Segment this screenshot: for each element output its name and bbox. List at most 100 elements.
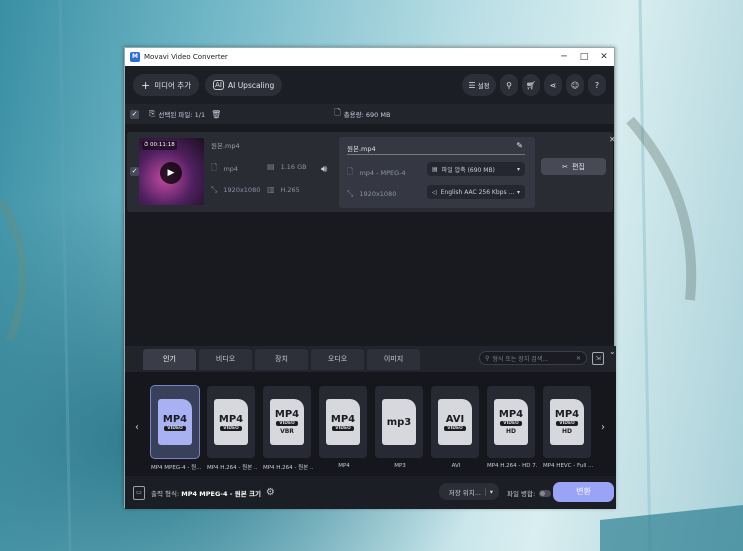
attachment-icon: ⎘	[149, 109, 156, 118]
file-icon: 🗋︎	[211, 163, 218, 172]
format-file-icon: MP4 VIDEO	[326, 399, 360, 445]
tab-popular[interactable]: 인기	[143, 348, 196, 370]
gear-icon[interactable]: ⚙	[266, 487, 275, 498]
window-title: Movavi Video Converter	[144, 53, 228, 61]
minimize-icon[interactable]: ─	[554, 52, 574, 62]
search-icon[interactable]: ⚲	[500, 74, 518, 96]
total-size: 총용량: 690 MB	[343, 111, 391, 119]
speaker-icon: ◁	[432, 188, 437, 196]
format-card[interactable]: mp3	[375, 386, 423, 458]
source-resolution: ⤡ 1920x1080	[211, 185, 261, 194]
format-label: MP3	[394, 463, 406, 469]
format-file-icon: MP4 VIDEO HD	[494, 399, 528, 445]
close-icon[interactable]: ✕	[594, 52, 614, 62]
audio-track-dropdown[interactable]: ◁ English AAC 256 Kbps ... ▾	[427, 185, 525, 199]
tab-images[interactable]: 이미지	[367, 348, 420, 370]
file-card[interactable]: ✓ ⏱ 00:11:18 ▶ 원본.mp4 🗋︎ mp4 ▤ 1.16 GB ⤡ 19…	[127, 132, 613, 212]
output-format-icon: ▭	[133, 485, 145, 500]
title-bar: M Movavi Video Converter ─ □ ✕	[125, 48, 614, 66]
convert-button[interactable]: 변환	[553, 482, 614, 502]
clear-icon[interactable]: ✕	[576, 355, 581, 362]
scissors-icon: ✂	[562, 162, 568, 171]
format-item[interactable]: MP4 VIDEO HD MP4 H.264 - HD 7...	[487, 386, 537, 469]
chevron-down-icon: ▾	[516, 188, 520, 196]
format-label: MP4	[338, 463, 350, 469]
merge-toggle-switch[interactable]	[539, 489, 552, 497]
merge-files-toggle[interactable]: 파일 병합:	[507, 488, 552, 498]
output-settings-panel: 원본.mp4 ✎ 🗋︎ mp4 - MPEG-4 ▤ 파일 압축 (690 MB)…	[339, 137, 535, 208]
format-label: MP4 H.264 - HD 7...	[487, 463, 537, 469]
chevron-right-icon[interactable]: ›	[601, 422, 605, 433]
selection-bar: ✓ ⎘ 선택된 파일: 1/1 🗑︎ 🗋︎ 총용량: 690 MB	[125, 104, 614, 124]
format-tabs: 인기 비디오 장치 오디오 이미지 ⚲ 형식 또는 장치 검색... ✕ ⇲ ⌄	[125, 346, 616, 372]
format-file-icon: MP4 VIDEO	[214, 399, 248, 445]
help-icon[interactable]: ?	[588, 74, 606, 96]
toolbar: + 미디어 추가 AI AI Upscaling ☰ 설정 ⚲ 🛒︎ ⋖ ☺ ?	[125, 66, 614, 104]
format-card[interactable]: MP4 VIDEO HD	[543, 386, 591, 458]
format-card[interactable]: MP4 VIDEO VBR	[263, 386, 311, 458]
source-filename: 원본.mp4	[211, 142, 240, 150]
compression-dropdown[interactable]: ▤ 파일 압축 (690 MB) ▾	[427, 162, 525, 176]
format-file-icon: mp3	[382, 399, 416, 445]
file-checkbox[interactable]: ✓	[130, 167, 139, 176]
format-label: AVI	[451, 463, 461, 469]
output-format: 🗋︎ mp4 - MPEG-4	[347, 166, 406, 180]
video-thumbnail[interactable]: ⏱ 00:11:18 ▶	[139, 138, 204, 205]
movavi-logo-icon: M	[130, 52, 140, 62]
format-card[interactable]: MP4 VIDEO	[319, 386, 367, 458]
chevron-left-icon[interactable]: ‹	[135, 422, 139, 433]
add-media-label: 미디어 추가	[154, 80, 192, 90]
source-size: ▤ 1.16 GB	[267, 162, 307, 171]
bottom-bar: ▭ 출력 형식: MP4 MPEG-4 - 원본 크기 ⚙ 저장 위치... ▾…	[125, 476, 616, 509]
add-media-button[interactable]: + 미디어 추가	[133, 74, 200, 96]
remove-file-icon[interactable]: ✕	[609, 135, 616, 144]
format-card[interactable]: MP4 VIDEO HD	[487, 386, 535, 458]
format-card[interactable]: AVI VIDEO	[431, 386, 479, 458]
collapse-chevron-icon[interactable]: ⌄	[609, 347, 616, 356]
format-gallery: ‹ › MP4 VIDEO MP4 MPEG-4 - 원... MP4 VIDEO MP4…	[125, 372, 616, 476]
format-item[interactable]: MP4 VIDEO MP4	[319, 386, 369, 469]
pencil-icon[interactable]: ✎	[516, 141, 523, 150]
format-search-input[interactable]: ⚲ 형식 또는 장치 검색... ✕	[479, 351, 587, 365]
play-icon[interactable]: ▶	[160, 162, 182, 184]
format-file-icon: AVI VIDEO	[438, 399, 472, 445]
format-item[interactable]: MP4 VIDEO HD MP4 HEVC - Full ...	[543, 386, 593, 469]
trash-icon[interactable]: 🗑︎	[211, 110, 221, 119]
tab-audio[interactable]: 오디오	[311, 348, 364, 370]
format-label: MP4 MPEG-4 - 원...	[151, 465, 201, 471]
output-filename[interactable]: 원본.mp4 ✎	[347, 141, 525, 155]
cart-icon[interactable]: 🛒︎	[522, 74, 540, 96]
plus-icon: +	[141, 78, 151, 92]
format-item[interactable]: mp3 MP3	[375, 386, 425, 469]
format-card[interactable]: MP4 VIDEO	[207, 386, 255, 458]
compress-icon: ▤	[432, 165, 438, 173]
ai-icon: AI	[213, 80, 224, 90]
speaker-icon[interactable]: 🔊︎	[321, 164, 327, 175]
format-card[interactable]: MP4 VIDEO	[150, 385, 200, 459]
format-label: MP4 H.264 - 원본 ...	[263, 465, 313, 471]
save-to-dropdown[interactable]: 저장 위치... ▾	[439, 483, 499, 500]
format-item[interactable]: MP4 VIDEO MP4 H.264 - 원본 ...	[207, 386, 257, 471]
select-all-checkbox[interactable]: ✓	[130, 109, 139, 119]
tab-devices[interactable]: 장치	[255, 348, 308, 370]
maximize-icon[interactable]: □	[574, 52, 594, 62]
format-item[interactable]: MP4 VIDEO MP4 MPEG-4 - 원...	[150, 385, 201, 471]
format-item[interactable]: MP4 VIDEO VBR MP4 H.264 - 원본 ...	[263, 386, 313, 471]
ai-upscaling-label: AI Upscaling	[227, 80, 275, 90]
format-label: MP4 H.264 - 원본 ...	[207, 465, 257, 471]
format-label: MP4 HEVC - Full ...	[543, 463, 593, 469]
format-file-icon: MP4 VIDEO HD	[550, 399, 584, 445]
document-icon: 🗋︎	[334, 108, 341, 117]
edit-button[interactable]: ✂ 편집	[541, 158, 606, 175]
user-icon[interactable]: ☺	[566, 74, 584, 96]
format-item[interactable]: AVI VIDEO AVI	[431, 386, 481, 469]
output-format-label[interactable]: 출력 형식: MP4 MPEG-4 - 원본 크기	[151, 488, 261, 498]
app-window: M Movavi Video Converter ─ □ ✕ + 미디어 추가 …	[124, 47, 616, 509]
share-icon[interactable]: ⋖	[544, 74, 562, 96]
ai-upscaling-button[interactable]: AI AI Upscaling	[205, 74, 283, 96]
export-icon[interactable]: ⇲	[592, 352, 604, 365]
settings-button[interactable]: ☰ 설정	[462, 74, 496, 96]
menu-icon: ☰	[468, 80, 476, 90]
tab-video[interactable]: 비디오	[199, 348, 252, 370]
chevron-down-icon: ▾	[484, 487, 493, 496]
